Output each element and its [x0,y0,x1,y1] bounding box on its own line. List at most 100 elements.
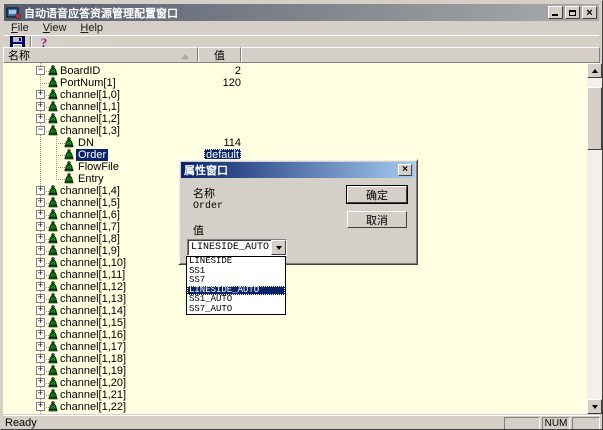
status-num-indicator: NUM [542,417,570,430]
tree-item-label[interactable]: channel[1,2] [58,113,122,125]
close-icon: × [586,8,592,18]
expand-icon[interactable]: + [36,234,45,243]
expand-icon[interactable]: + [36,342,45,351]
scrollbar-thumb[interactable] [587,87,602,150]
combobox-dropdown-list: LINESIDESS1SS7LINESIDE_AUTOSS1_AUTOSS7_A… [186,256,286,315]
tree-item-label[interactable]: Entry [76,173,106,185]
tree-item-label[interactable]: BoardID [58,65,102,77]
tree-item-label[interactable]: channel[1,4] [58,185,122,197]
tree-row: + channel[1,17] [3,341,587,353]
close-button[interactable]: × [582,6,597,19]
expand-icon[interactable]: + [36,198,45,207]
menu-file[interactable]: File [4,21,36,35]
tree-item-label[interactable]: channel[1,20] [58,377,128,389]
tree-item-label[interactable]: channel[1,21] [58,389,128,401]
tree-item-label[interactable]: channel[1,11] [58,269,127,281]
column-header-name[interactable]: 名称 [3,47,198,63]
tree-item-value[interactable]: 2 [161,65,241,77]
minimize-button[interactable] [548,6,563,19]
expand-icon[interactable]: + [36,294,45,303]
tree-item-label[interactable]: channel[1,18] [58,353,128,365]
property-dialog: 属性窗口 × 名称 Order 值 确定 取消 LINESIDE_AUTO [178,159,418,265]
tree-item-label[interactable]: channel[1,0] [58,89,122,101]
expand-icon[interactable]: + [36,210,45,219]
tree-item-label[interactable]: channel[1,17] [58,341,128,353]
expand-icon[interactable]: + [36,114,45,123]
tree-row: + channel[1,13] [3,293,587,305]
app-icon [6,6,21,20]
tree-item-label[interactable]: FlowFile [76,161,121,173]
title-bar: 自动语音应答资源管理配置窗口 × [4,4,599,21]
expand-icon[interactable]: + [36,306,45,315]
tree-item-label[interactable]: DN [76,137,96,149]
combobox-dropdown-button[interactable] [271,240,286,255]
tree-item-label[interactable]: channel[1,7] [58,221,122,233]
expand-icon[interactable]: + [36,222,45,231]
minimize-icon [552,14,558,16]
tree-item-label[interactable]: Order [76,149,108,161]
tree-item-label[interactable]: channel[1,12] [58,281,128,293]
tree-item-label[interactable]: channel[1,15] [58,317,128,329]
tree-item-label[interactable]: channel[1,9] [58,245,122,257]
value-combobox[interactable]: LINESIDE_AUTO [187,239,287,256]
expand-icon[interactable]: + [36,402,45,411]
expand-icon[interactable]: + [36,390,45,399]
expand-icon[interactable]: + [36,90,45,99]
tree-row: + channel[1,12] [3,281,587,293]
tree-item-label[interactable]: channel[1,13] [58,293,128,305]
expand-icon[interactable]: + [36,318,45,327]
cancel-button[interactable]: 取消 [347,211,407,228]
dialog-title-bar: 属性窗口 × [181,162,415,178]
tree-item-label[interactable]: channel[1,16] [58,329,128,341]
tree-item-label[interactable]: channel[1,5] [58,197,122,209]
expand-icon[interactable]: + [36,354,45,363]
tree-item-value-text: 2 [235,65,241,77]
expand-icon[interactable]: + [36,258,45,267]
app-window: 自动语音应答资源管理配置窗口 × FileViewHelp ? 名称 [0,0,603,430]
collapse-icon[interactable]: − [36,126,45,135]
tree-item-value-text: 114 [223,137,241,149]
expand-icon[interactable]: + [36,378,45,387]
dropdown-option[interactable]: SS7_AUTO [187,305,285,315]
window-title: 自动语音应答资源管理配置窗口 [24,5,548,21]
collapse-icon[interactable]: − [36,66,45,75]
tree-row: + channel[1,11] [3,269,587,281]
restore-button[interactable] [565,6,580,19]
tree-item-label[interactable]: PortNum[1] [58,77,118,89]
tree-row: + channel[1,16] [3,329,587,341]
scroll-down-button[interactable] [587,399,602,414]
sort-asc-icon [181,54,189,59]
tree-item-label[interactable]: channel[1,19] [58,365,128,377]
tree-item-label[interactable]: channel[1,14] [58,305,128,317]
column-header-filler [241,47,600,63]
vertical-scrollbar[interactable] [587,63,602,414]
status-text: Ready [3,417,502,429]
expand-icon[interactable]: + [36,186,45,195]
tree-item-value[interactable]: 114 [161,137,241,149]
menu-view[interactable]: View [36,21,74,35]
tree-item-label[interactable]: channel[1,22] [58,401,128,413]
scroll-up-button[interactable] [587,63,602,78]
tree-item-value[interactable]: 120 [161,77,241,89]
tree-item-label[interactable]: channel[1,3] [58,125,122,137]
expand-icon[interactable]: + [36,282,45,291]
expand-icon[interactable]: + [36,102,45,111]
column-value-label: 值 [214,47,225,63]
status-panel-left [504,417,540,430]
tree-item-label[interactable]: channel[1,10] [58,257,128,269]
tree-item-label[interactable]: channel[1,8] [58,233,122,245]
status-panel-right [572,417,600,430]
ok-button[interactable]: 确定 [347,186,407,203]
expand-icon[interactable]: + [36,270,45,279]
combo-arrow-icon [276,246,282,250]
expand-icon[interactable]: + [36,330,45,339]
column-header-value[interactable]: 值 [198,47,241,63]
expand-icon[interactable]: + [36,246,45,255]
status-bar: Ready NUM [3,415,600,430]
menu-help[interactable]: Help [73,21,110,35]
tree-item-label[interactable]: channel[1,1] [58,101,122,113]
tree-item-label[interactable]: channel[1,6] [58,209,122,221]
arrow-up-icon [592,69,598,73]
expand-icon[interactable]: + [36,366,45,375]
dialog-close-button[interactable]: × [398,164,412,176]
